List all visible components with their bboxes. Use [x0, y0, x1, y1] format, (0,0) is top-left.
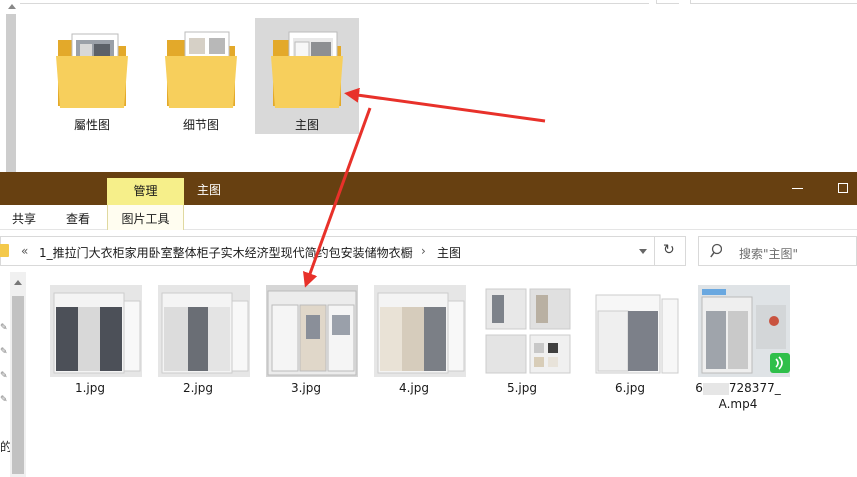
scrollbar-thumb[interactable]	[6, 14, 16, 172]
refresh-icon[interactable]: ↻	[663, 242, 675, 258]
title-bar[interactable]: 管理 主图	[0, 172, 857, 205]
file-item[interactable]: 4.jpg	[364, 282, 466, 422]
folder-name: 细节图	[182, 118, 219, 132]
image-thumbnail	[50, 285, 142, 377]
top-toolbar-edge	[0, 0, 857, 4]
minimize-button[interactable]	[791, 181, 805, 195]
file-item[interactable]: 6.jpg	[580, 282, 682, 422]
folder-name: 屬性图	[73, 118, 110, 132]
address-dropdown-icon[interactable]	[639, 249, 647, 254]
file-name: 2.jpg	[182, 381, 214, 395]
window-title: 主图	[197, 183, 222, 197]
search-icon	[710, 243, 722, 258]
scroll-up-arrow-icon[interactable]	[8, 4, 16, 9]
file-name: 4.jpg	[398, 381, 430, 395]
image-thumbnail	[590, 285, 682, 377]
breadcrumb-separator-icon[interactable]: ›	[421, 244, 426, 258]
tab-share[interactable]: 共享	[12, 210, 36, 227]
background-explorer-window: 屬性图 细节图 主图	[0, 0, 857, 172]
image-thumbnail	[482, 285, 574, 377]
image-thumbnail	[266, 285, 358, 377]
file-name: 5.jpg	[506, 381, 538, 395]
search-box[interactable]: 搜索"主图"	[698, 236, 857, 266]
file-item[interactable]: 5.jpg	[472, 282, 574, 422]
nav-scrollbar[interactable]	[10, 272, 26, 477]
folder-thumbnail-icon	[56, 33, 128, 108]
pin-icon[interactable]: ✎	[0, 348, 8, 357]
pin-icon[interactable]: ✎	[0, 396, 8, 405]
file-item[interactable]: 2.jpg	[148, 282, 250, 422]
folder-item[interactable]: 屬性图	[40, 18, 144, 134]
breadcrumb-current[interactable]: 主图	[437, 244, 461, 261]
breadcrumb-parent[interactable]: 1_推拉门大衣柜家用卧室整体柜子实木经济型现代简约包安装储物衣橱	[39, 244, 413, 261]
file-name: 3.jpg	[290, 381, 322, 395]
folder-thumbnail-icon	[271, 31, 343, 108]
pin-icon[interactable]: ✎	[0, 324, 8, 333]
address-bar[interactable]: « 1_推拉门大衣柜家用卧室整体柜子实木经济型现代简约包安装储物衣橱 › 主图 …	[0, 236, 686, 266]
scroll-up-arrow-icon[interactable]	[14, 280, 22, 285]
maximize-button[interactable]	[838, 183, 848, 193]
tab-view[interactable]: 查看	[66, 210, 90, 227]
tab-picture-tools[interactable]: 图片工具	[107, 205, 184, 230]
file-name: 6.jpg	[614, 381, 646, 395]
search-placeholder: 搜索"主图"	[739, 247, 799, 261]
folder-thumbnail-icon	[165, 31, 237, 108]
explorer-window: 管理 主图 共享 查看 图片工具 « 1_推拉门大衣柜家用卧室整体柜子实木经济型…	[0, 172, 857, 477]
file-name-line2: A.mp4	[718, 397, 758, 411]
file-name: 1.jpg	[74, 381, 106, 395]
file-list: 1.jpg 2.jpg 3.jpg 4.jpg 5.jpg 6.jpg 6 72…	[40, 282, 857, 477]
pin-icon[interactable]: ✎	[0, 372, 8, 381]
divider	[654, 237, 655, 265]
image-thumbnail	[158, 285, 250, 377]
file-item[interactable]: 1.jpg	[40, 282, 142, 422]
screenshot: 屬性图 细节图 主图 管理 主图 共享 查看 图片工具 « 1_推拉门大衣柜家用…	[0, 0, 857, 477]
file-item[interactable]: 3.jpg	[256, 282, 358, 422]
back-chevron-icon[interactable]: «	[21, 244, 28, 258]
ribbon-tabs: 共享 查看 图片工具	[0, 205, 857, 230]
video-thumbnail	[698, 285, 790, 377]
image-thumbnail	[374, 285, 466, 377]
file-name-prefix: 6	[695, 381, 703, 395]
navigation-pane: ✎ ✎ ✎ ✎ 的]	[0, 272, 28, 477]
file-item-video[interactable]: 6 728377_ A.mp4	[688, 282, 790, 422]
scrollbar-thumb[interactable]	[12, 296, 24, 474]
folder-name: 主图	[294, 118, 319, 132]
file-name: 6 728377_ A.mp4	[688, 380, 788, 412]
top-scrollbar[interactable]	[0, 0, 22, 172]
folder-icon	[0, 244, 9, 257]
folder-item[interactable]: 细节图	[149, 18, 253, 134]
blurred-text	[702, 382, 729, 395]
folder-item-selected[interactable]: 主图	[255, 18, 359, 134]
file-name-tail: 728377_	[728, 381, 781, 395]
tab-manage[interactable]: 管理	[107, 178, 184, 205]
